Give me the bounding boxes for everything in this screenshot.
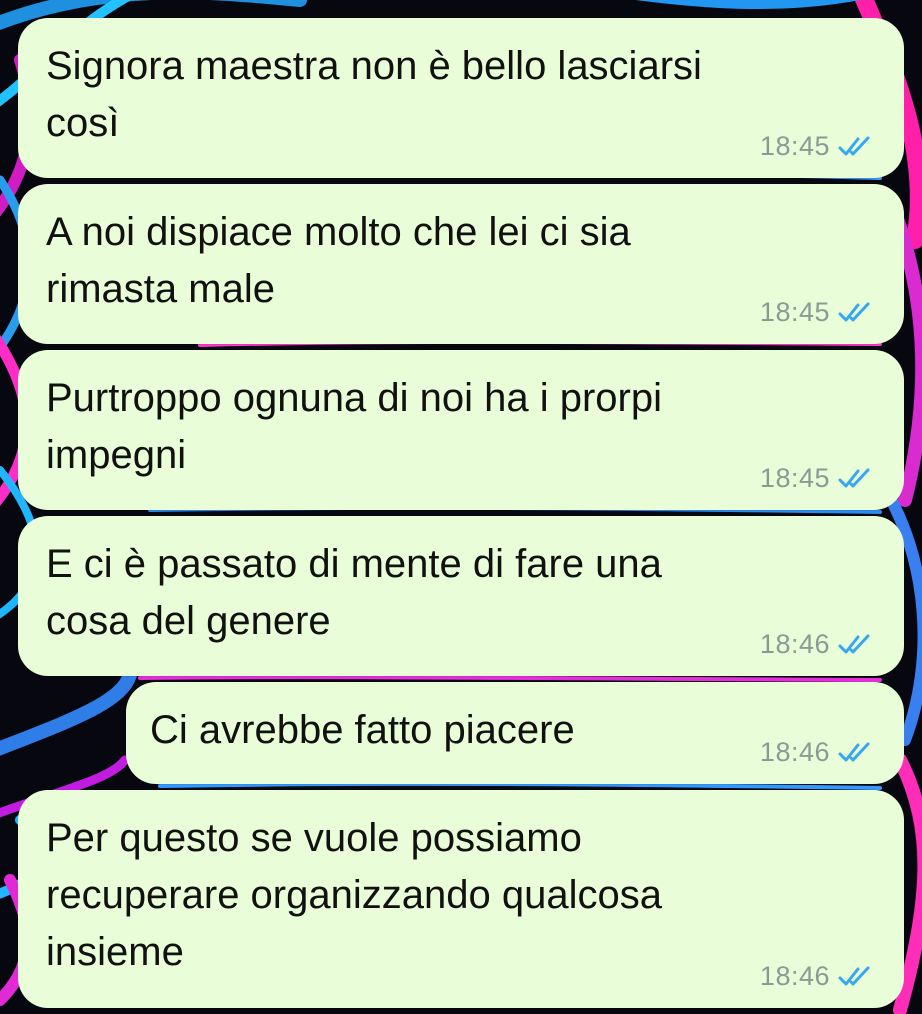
message-meta: 18:46 bbox=[760, 961, 872, 992]
chat-screen: Signora maestra non è bello lasciarsi co… bbox=[0, 0, 922, 1014]
message-bubble[interactable]: Ci avrebbe fatto piacere 18:46 bbox=[126, 682, 904, 784]
message-meta: 18:45 bbox=[760, 463, 872, 494]
message-bubble[interactable]: E ci è passato di mente di fare una cosa… bbox=[18, 516, 904, 676]
double-check-read-icon bbox=[838, 136, 870, 155]
double-check-read-icon bbox=[838, 468, 870, 487]
message-bubble[interactable]: Signora maestra non è bello lasciarsi co… bbox=[18, 18, 904, 178]
message-time: 18:45 bbox=[759, 131, 830, 161]
double-check-read-icon bbox=[838, 742, 870, 761]
double-check-read-icon bbox=[838, 634, 870, 653]
message-bubble[interactable]: Purtroppo ognuna di noi ha i prorpi impe… bbox=[18, 350, 904, 510]
message-bubble[interactable]: Per questo se vuole possiamo recuperare … bbox=[18, 790, 904, 1008]
message-text: Purtroppo ognuna di noi ha i prorpi impe… bbox=[46, 376, 662, 477]
message-time: 18:45 bbox=[759, 297, 830, 327]
message-text: E ci è passato di mente di fare una cosa… bbox=[46, 542, 662, 643]
message-meta: 18:45 bbox=[760, 297, 872, 328]
double-check-read-icon bbox=[838, 302, 870, 321]
message-meta: 18:45 bbox=[760, 131, 872, 162]
message-bubble[interactable]: A noi dispiace molto che lei ci sia rima… bbox=[18, 184, 904, 344]
message-time: 18:46 bbox=[759, 961, 830, 991]
double-check-read-icon bbox=[838, 966, 870, 985]
message-text: A noi dispiace molto che lei ci sia rima… bbox=[46, 210, 631, 311]
message-meta: 18:46 bbox=[760, 737, 872, 768]
message-text: Signora maestra non è bello lasciarsi co… bbox=[46, 44, 702, 145]
message-time: 18:46 bbox=[759, 737, 830, 767]
message-time: 18:45 bbox=[759, 463, 830, 493]
message-meta: 18:46 bbox=[760, 629, 872, 660]
message-text: Per questo se vuole possiamo recuperare … bbox=[46, 816, 662, 974]
message-time: 18:46 bbox=[759, 629, 830, 659]
